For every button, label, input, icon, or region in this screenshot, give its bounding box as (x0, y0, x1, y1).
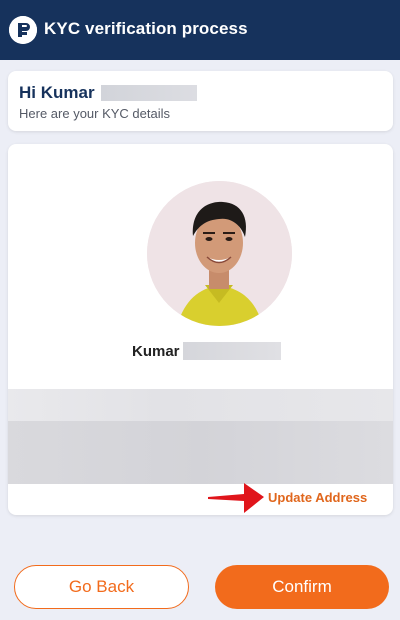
greeting-name: Hi Kumar (19, 83, 95, 102)
profile-name-row: Kumar (132, 342, 281, 360)
page-title: KYC verification process (44, 19, 248, 38)
profile-photo (147, 181, 292, 326)
go-back-button[interactable]: Go Back (14, 565, 189, 609)
update-address-link[interactable]: Update Address (268, 490, 367, 505)
profile-name: Kumar (132, 342, 180, 360)
redacted-surname (182, 342, 281, 360)
redacted-surname (100, 85, 197, 101)
avatar (147, 181, 292, 326)
redacted-address-block (8, 421, 393, 484)
app-header: KYC verification process (0, 0, 400, 60)
kyc-details-card: Kumar Update Address (8, 144, 393, 515)
address-section (8, 389, 393, 484)
greeting-card: Hi Kumar Here are your KYC details (8, 71, 393, 131)
greeting-subtitle: Here are your KYC details (19, 106, 171, 121)
update-address-row: Update Address (206, 482, 367, 513)
redacted-address-line (8, 389, 393, 421)
confirm-button[interactable]: Confirm (215, 565, 389, 609)
greeting-row: Hi Kumar (19, 83, 197, 103)
red-arrow-icon (208, 483, 264, 513)
brand-logo-icon (9, 16, 37, 44)
